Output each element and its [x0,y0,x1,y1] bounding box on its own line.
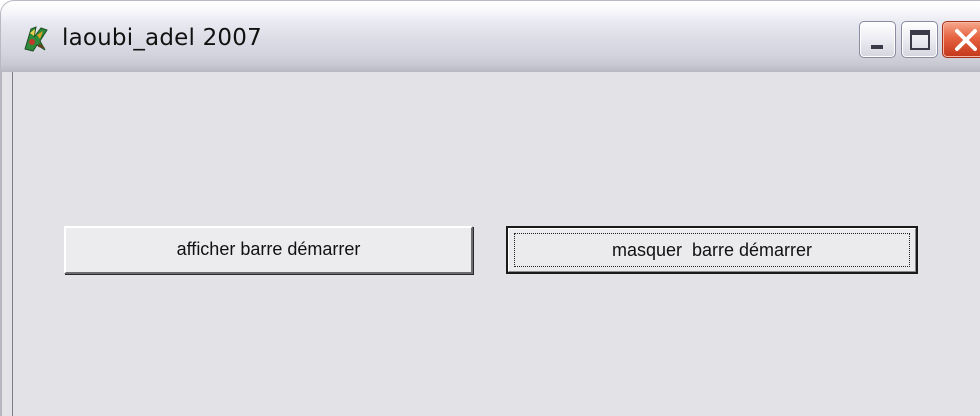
maximize-button[interactable] [901,21,938,58]
hide-taskbar-button[interactable]: masquer barre démarrer [506,226,918,274]
maximize-icon [910,30,930,50]
close-icon [955,29,977,51]
minimize-button[interactable] [859,21,896,58]
minimize-icon [871,45,883,49]
close-button[interactable] [942,21,980,58]
window-frame-edge [4,72,13,416]
title-bar[interactable]: laoubi_adel 2007 [0,0,980,72]
app-window: laoubi_adel 2007 afficher barre démarrer [0,0,980,416]
show-taskbar-label: afficher barre démarrer [176,239,361,259]
app-icon[interactable] [21,23,51,53]
window-title: laoubi_adel 2007 [62,25,262,51]
hide-taskbar-label: masquer barre démarrer [611,240,813,260]
focus-rectangle: masquer barre démarrer [514,233,910,267]
client-area: afficher barre démarrer masquer barre dé… [0,72,980,416]
show-taskbar-button[interactable]: afficher barre démarrer [64,226,473,274]
